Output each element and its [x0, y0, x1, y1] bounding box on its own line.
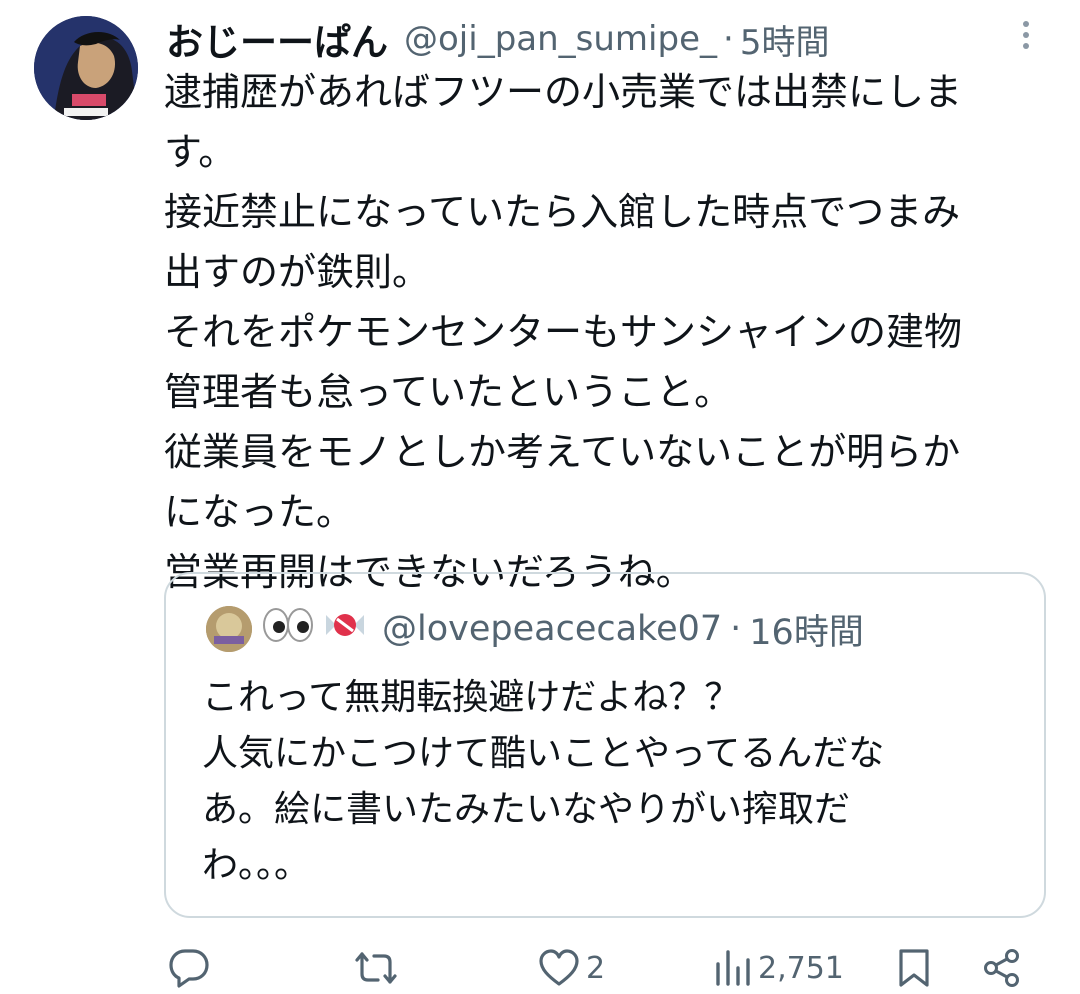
author-handle[interactable]: @oji_pan_sumipe_ [404, 19, 717, 59]
bookmark-button[interactable] [896, 946, 932, 990]
tweet-text-line: 逮捕歴があればフツーの小売業では出禁にしま [164, 70, 963, 114]
quoted-avatar-image [206, 606, 252, 652]
quoted-tweet[interactable]: @lovepeacecake07 · 16時間 これって無期転換避けだよね？？ … [164, 572, 1046, 918]
views-count: 2,751 [758, 950, 844, 986]
author-avatar[interactable] [34, 16, 138, 120]
retweet-button[interactable] [354, 946, 404, 990]
quoted-text-line: わ。。。 [202, 845, 311, 886]
tweet-text-line: 出すのが鉄則。 [164, 250, 431, 294]
quoted-handle[interactable]: @lovepeacecake07 [382, 609, 722, 649]
heart-icon [539, 949, 579, 986]
reply-button[interactable] [168, 946, 216, 990]
tweet-text-line: 管理者も怠っていたということ。 [164, 370, 733, 414]
tweet-header: おじーーぱん @oji_pan_sumipe_ · 5時間 [166, 10, 1036, 68]
reply-icon [169, 949, 209, 988]
separator-dot: · [723, 19, 734, 59]
candy-emoji-icon [322, 607, 368, 652]
quoted-text-line: これって無期転換避けだよね？？ [202, 677, 741, 718]
tweet-timestamp[interactable]: 5時間 [740, 15, 830, 64]
tweet-action-bar: 2 2,751 [0, 940, 1080, 994]
retweet-icon [355, 952, 397, 984]
quoted-author-avatar[interactable] [206, 606, 252, 652]
share-button[interactable] [982, 946, 1022, 990]
quoted-display-name[interactable] [262, 607, 368, 652]
share-icon [984, 949, 1019, 987]
views-chart-icon [716, 950, 750, 986]
like-button[interactable]: 2 [538, 946, 605, 990]
quoted-timestamp[interactable]: 16時間 [749, 604, 864, 655]
avatar-image [34, 16, 138, 120]
views-button[interactable]: 2,751 [714, 946, 844, 990]
more-options-icon[interactable] [1014, 16, 1038, 60]
tweet-text-line: 接近禁止になっていたら入館した時点でつまみ [164, 190, 961, 234]
bookmark-icon [899, 949, 929, 987]
author-name[interactable]: おじーーぱん [166, 12, 388, 66]
tweet-text-line: 従業員をモノとしか考えていないことが明らか [164, 430, 961, 474]
tweet-text-line: す。 [164, 130, 237, 174]
quoted-text-line: あ。絵に書いたみたいなやりがい搾取だ [202, 789, 851, 830]
quoted-tweet-header: @lovepeacecake07 · 16時間 [262, 602, 864, 656]
eyes-emoji-icon [262, 607, 322, 652]
tweet-text-line: になった。 [164, 490, 355, 534]
quoted-tweet-text: これって無期転換避けだよね？？ 人気にかこつけて酷いことやってるんだな あ。絵に… [202, 670, 1022, 894]
tweet-text: 逮捕歴があればフツーの小売業では出禁にしま す。 接近禁止になっていたら入館した… [164, 62, 1054, 602]
separator-dot: · [730, 609, 742, 649]
like-count: 2 [586, 950, 606, 986]
tweet-text-line: それをポケモンセンターもサンシャインの建物 [164, 310, 963, 354]
quoted-text-line: 人気にかこつけて酷いことやってるんだな [202, 733, 885, 774]
